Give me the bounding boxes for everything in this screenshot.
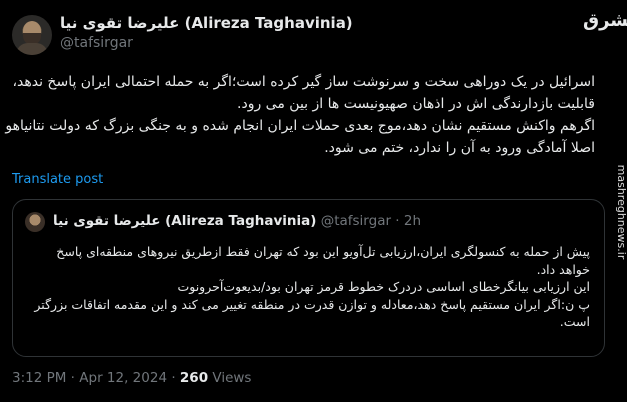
quote-line: است. — [559, 314, 590, 329]
views-label: Views — [208, 370, 252, 386]
tweet-timestamp[interactable]: 3:12 PM · Apr 12, 2024 · — [12, 370, 180, 386]
site-watermark: mashreghnews.ir — [614, 42, 627, 382]
quote-line: این ارزیابی بیانگرخطای اساسی دردرک خطوط … — [177, 279, 590, 294]
avatar-body — [16, 43, 48, 55]
mashregh-logo: مشرق — [583, 10, 627, 31]
quote-author-name: علیرضا تقوی نیا (Alireza Taghavinia) — [53, 213, 317, 229]
quote-body: پیش از حمله به کنسولگری ایران،ارزیابی تل… — [30, 243, 590, 331]
tweet-line: اگرهم واکنش مستقیم نشان دهد،موج بعدی حمل… — [5, 118, 595, 134]
tweet-meta: 3:12 PM · Apr 12, 2024 · 260 Views — [12, 370, 251, 386]
translate-post-link[interactable]: Translate post — [12, 172, 103, 187]
site-watermark-text: mashreghnews.ir — [615, 164, 627, 260]
author-avatar[interactable] — [12, 15, 52, 55]
quote-author-avatar — [25, 212, 45, 232]
quote-header: علیرضا تقوی نیا (Alireza Taghavinia) @ta… — [53, 213, 421, 229]
author-handle[interactable]: @tafsirgar — [60, 35, 133, 51]
quote-handle-time: @tafsirgar · 2h — [320, 213, 422, 229]
quote-line: پیش از حمله به کنسولگری ایران،ارزیابی تل… — [56, 244, 590, 259]
tweet-body: اسرائیل در یک دوراهی سخت و سرنوشت ساز گی… — [5, 71, 595, 159]
quote-line: خواهد داد. — [536, 261, 590, 277]
views-count: 260 — [179, 370, 209, 386]
tweet-line: اسرائیل در یک دوراهی سخت و سرنوشت ساز گی… — [12, 74, 595, 90]
quote-line: پ ن:اگر ایران مستقیم پاسخ دهد،معادله و ت… — [34, 296, 590, 312]
author-display-name[interactable]: علیرضا تقوی نیا (Alireza Taghavinia) — [60, 14, 353, 32]
quoted-tweet-card[interactable]: علیرضا تقوی نیا (Alireza Taghavinia) @ta… — [12, 199, 605, 357]
tweet-line: اصلا آمادگی ورود به آن را ندارد، ختم می … — [324, 140, 595, 156]
tweet-line: قابلیت بازدارندگی اش در اذهان صهیونیست ه… — [237, 96, 595, 112]
